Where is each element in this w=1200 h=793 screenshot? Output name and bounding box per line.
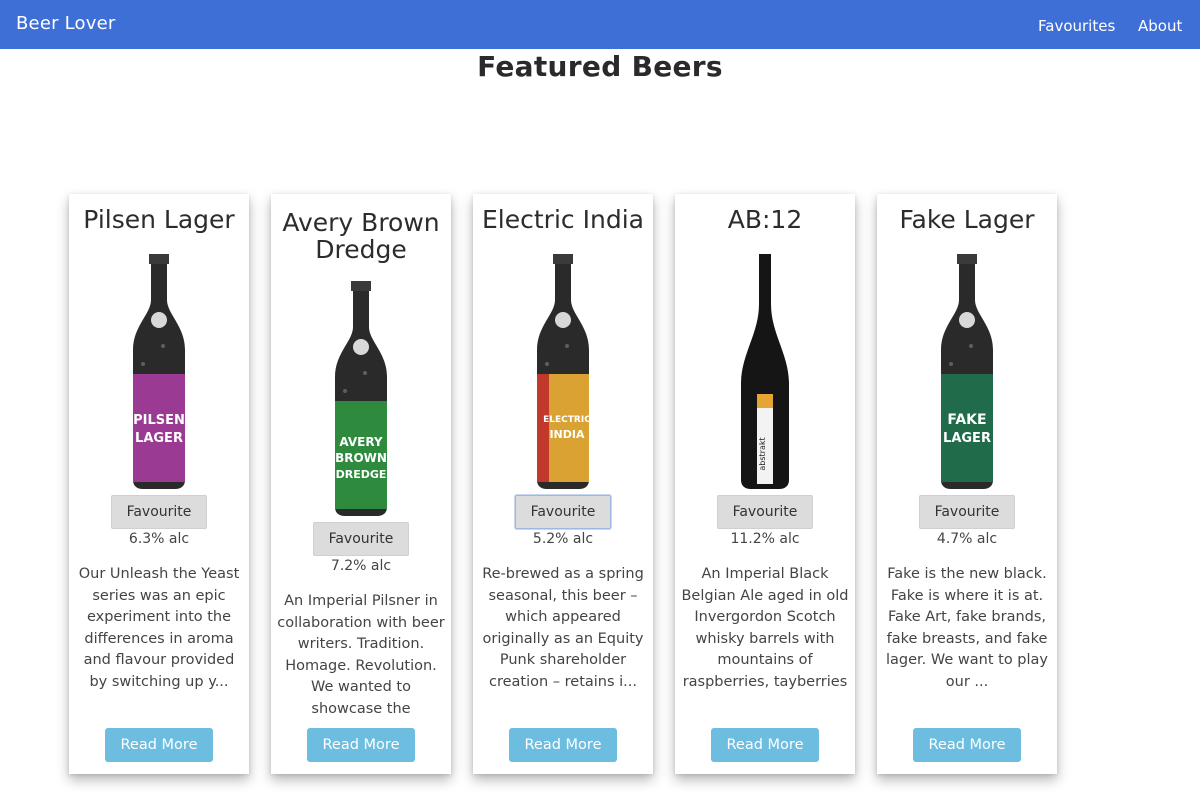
beer-name: Fake Lager [899, 205, 1035, 234]
beer-description: An Imperial Pilsner in collaboration wit… [277, 593, 445, 717]
beer-bottle-image: FAKE LAGER [941, 254, 993, 489]
favourite-button[interactable]: Favourite [717, 495, 813, 529]
beer-card: Fake Lager FAKE LAGER Favourite 4.7% alc… [877, 194, 1057, 774]
favourite-button[interactable]: Favourite [313, 522, 409, 556]
abv-text: 6.3% alc [128, 531, 190, 547]
nav-favourites-link[interactable]: Favourites [1038, 17, 1115, 35]
beer-name: Electric India [482, 205, 644, 234]
navbar: Beer Lover Favourites About [0, 0, 1200, 49]
svg-text:LAGER: LAGER [943, 431, 991, 446]
abv-text: 7.2% alc [330, 558, 392, 574]
beer-bottle-image: abstrakt [741, 254, 789, 489]
beer-name: AB:12 [727, 205, 803, 234]
svg-text:BROWN: BROWN [335, 451, 387, 465]
read-more-button[interactable]: Read More [913, 728, 1021, 762]
svg-text:AVERY: AVERY [339, 435, 383, 449]
beer-bottle-image: AVERY BROWN DREDGE [335, 281, 387, 516]
read-more-button[interactable]: Read More [105, 728, 213, 762]
nav-about-link[interactable]: About [1138, 17, 1182, 35]
beer-bottle-image: PILSEN LAGER [133, 254, 185, 489]
abv-text: 5.2% alc [532, 531, 594, 547]
beer-name: Pilsen Lager [83, 205, 235, 234]
beer-bottle-image: ELECTRIC INDIA [537, 254, 591, 489]
read-more-button[interactable]: Read More [509, 728, 617, 762]
svg-text:INDIA: INDIA [549, 428, 585, 441]
brand-link[interactable]: Beer Lover [16, 13, 115, 34]
beer-name: Avery Brown Dredge [282, 208, 440, 264]
beer-card: Avery Brown Dredge AVERY BROWN DREDGE Fa… [271, 194, 451, 774]
svg-text:PILSEN: PILSEN [133, 413, 185, 428]
read-more-button[interactable]: Read More [307, 728, 415, 762]
beer-description: Our Unleash the Yeast series was an epic… [78, 566, 240, 690]
beer-description: Fake is the new black. Fake is where it … [886, 566, 1048, 690]
abv-text: 11.2% alc [730, 531, 800, 547]
beer-card: Pilsen Lager PILSEN LAGER Favourite 6.3%… [69, 194, 249, 774]
favourite-button[interactable]: Favourite [515, 495, 611, 529]
favourite-button[interactable]: Favourite [111, 495, 207, 529]
favourite-button[interactable]: Favourite [919, 495, 1015, 529]
page-title: Featured Beers [477, 50, 723, 83]
svg-text:ELECTRIC: ELECTRIC [543, 415, 591, 425]
beer-description: Re-brewed as a spring seasonal, this bee… [482, 566, 644, 690]
abv-text: 4.7% alc [936, 531, 998, 547]
svg-text:FAKE: FAKE [947, 412, 986, 428]
beer-card: AB:12 abstrakt Favourite 11.2% alc An Im… [675, 194, 855, 774]
svg-text:LAGER: LAGER [135, 431, 183, 446]
svg-text:abstrakt: abstrakt [758, 437, 767, 470]
beer-description: An Imperial Black Belgian Ale aged in ol… [681, 566, 849, 690]
read-more-button[interactable]: Read More [711, 728, 819, 762]
beer-card: Electric India ELECTRIC INDIA Favourite … [473, 194, 653, 774]
svg-text:DREDGE: DREDGE [336, 468, 387, 481]
